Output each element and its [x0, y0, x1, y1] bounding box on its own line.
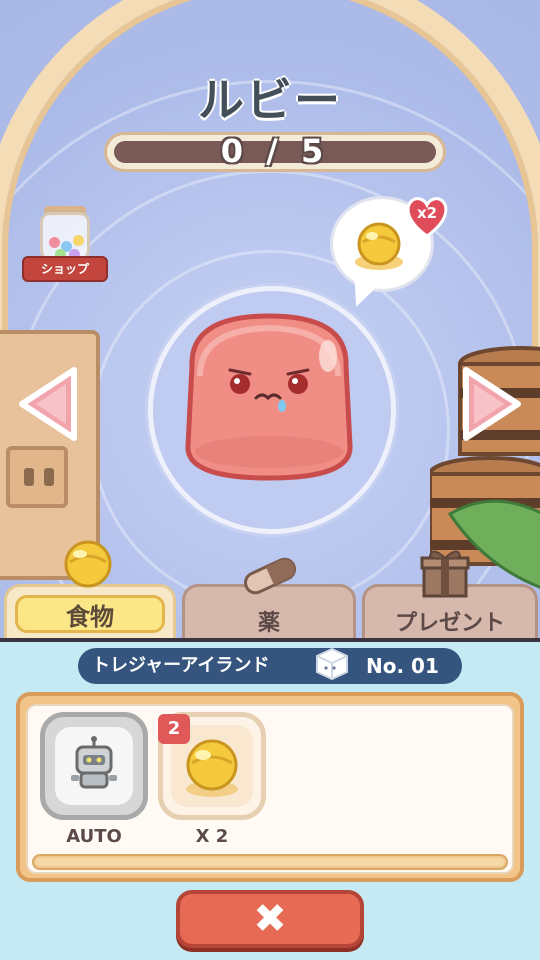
island-name: トレジャーアイランド	[92, 655, 270, 676]
tab-food-label: 食物	[15, 595, 165, 633]
pet-name-title: ルビー	[198, 73, 342, 127]
next-pet-arrow-icon[interactable]	[456, 364, 526, 444]
close-button[interactable]: ✖	[176, 890, 364, 948]
previous-pet-arrow-icon[interactable]	[14, 364, 84, 444]
auto-feed-slot[interactable]	[40, 712, 148, 820]
medicine-capsule-icon	[243, 557, 297, 595]
close-icon: ✖	[253, 896, 287, 942]
ruby-slime-creature[interactable]	[170, 306, 368, 486]
food-candy-icon	[64, 540, 112, 588]
robot-icon	[71, 736, 117, 789]
tab-food[interactable]: 食物	[4, 584, 176, 640]
sugar-cube-icon	[316, 647, 348, 681]
golden-candy-icon	[355, 222, 403, 270]
auto-slot-label: AUTO	[66, 826, 122, 847]
scrollbar-thumb[interactable]	[36, 858, 504, 866]
item-count-badge: 2	[158, 714, 190, 744]
island-number: No. 01	[366, 654, 439, 678]
golden-candy-icon	[186, 739, 238, 797]
cardboard-box-face	[6, 446, 68, 508]
shop-label: ショップ	[22, 256, 108, 282]
tab-present-label: プレゼント	[394, 611, 505, 636]
feeding-progress-bar: 0 / 5	[104, 132, 446, 172]
food-slot-label: X 2	[195, 826, 229, 847]
tab-medicine-label: 薬	[257, 611, 280, 636]
inventory-scrollbar[interactable]	[32, 854, 508, 870]
wish-multiplier: x2	[416, 204, 438, 222]
progress-text: 0 / 5	[220, 132, 330, 170]
shop-button[interactable]: ショップ	[18, 196, 110, 296]
present-box-icon	[420, 550, 470, 598]
